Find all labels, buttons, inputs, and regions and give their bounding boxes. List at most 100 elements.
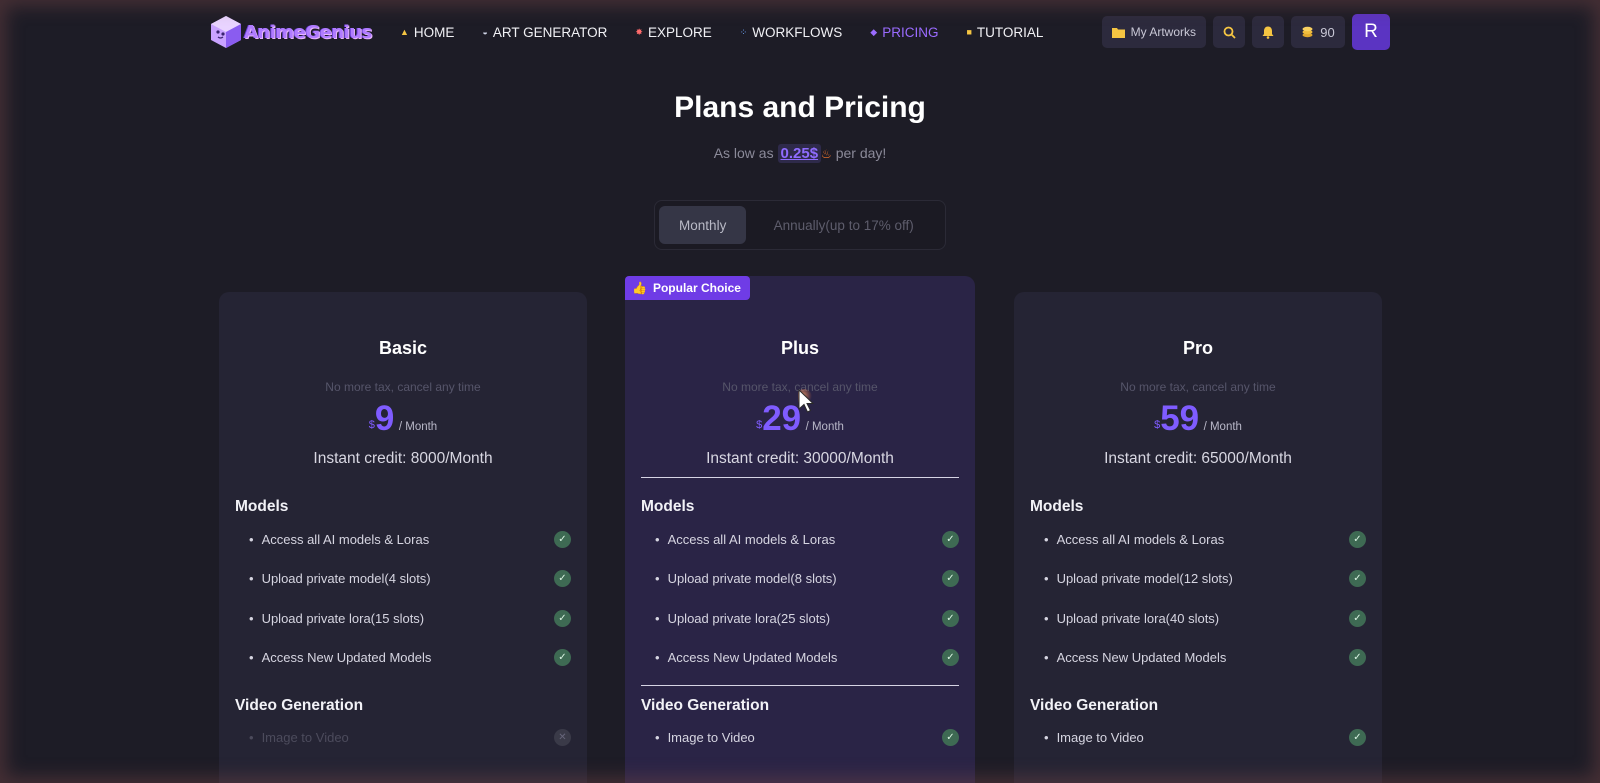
feature-item: Upload private lora(15 slots) ✓ — [235, 608, 571, 628]
nav-workflows[interactable]: ⁘ WORKFLOWS — [740, 25, 843, 40]
my-artworks-button[interactable]: My Artworks — [1101, 16, 1206, 48]
cross-icon: ✕ — [554, 729, 571, 746]
feature-label: Access New Updated Models — [249, 650, 432, 665]
search-icon — [1223, 26, 1236, 39]
plan-name: Pro — [1182, 338, 1213, 358]
section-models: Models — [235, 498, 289, 515]
top-nav: AnimeGenius ▲ HOME ◒ ART GENERATOR ✸ EXP… — [210, 14, 1390, 50]
feature-label: Image to Video — [249, 730, 349, 745]
feature-label: Access all AI models & Loras — [655, 532, 836, 547]
credits-balance[interactable]: 90 — [1291, 16, 1345, 48]
check-icon: ✓ — [1349, 729, 1366, 746]
check-icon: ✓ — [554, 530, 571, 548]
plan-name: Plus — [780, 338, 819, 358]
monthly-option[interactable]: Monthly — [659, 206, 747, 244]
feature-item: Upload private model(8 slots) ✓ — [641, 569, 959, 589]
subtitle-prefix: As low as — [713, 145, 774, 161]
plan-card-plus: 👍 Popular Choice Plus No more tax, cance… — [625, 276, 975, 783]
section-models: Models — [1030, 498, 1084, 515]
check-icon: ✓ — [554, 570, 571, 587]
plan-card-basic: Basic No more tax, cancel any time $9 / … — [219, 292, 587, 783]
feature-label: Access New Updated Models — [655, 650, 838, 665]
plan-name: Basic — [378, 338, 428, 358]
feature-label: Access all AI models & Loras — [1044, 532, 1225, 547]
check-icon: ✓ — [1349, 609, 1366, 627]
palette-icon: ◒ — [482, 27, 488, 37]
rocket-icon: ✸ — [635, 26, 643, 37]
nav-art-generator[interactable]: ◒ ART GENERATOR — [482, 25, 607, 40]
my-artworks-label: My Artworks — [1130, 25, 1196, 39]
check-icon: ✓ — [1349, 530, 1366, 548]
price-amount: 9 — [374, 399, 395, 438]
plan-price: $9 / Month — [235, 399, 571, 441]
feature-item: Image to Video ✓ — [1030, 728, 1366, 748]
check-icon: ✓ — [1349, 570, 1366, 587]
feature-label: Upload private model(12 slots) — [1044, 571, 1233, 586]
search-button[interactable] — [1213, 16, 1245, 48]
check-icon: ✓ — [554, 609, 571, 627]
check-icon: ✓ — [942, 609, 959, 627]
feature-item: Upload private model(4 slots) ✓ — [235, 569, 571, 589]
nav-pricing-label: PRICING — [882, 24, 939, 40]
section-video: Video Generation — [641, 696, 770, 714]
notifications-button[interactable] — [1252, 16, 1284, 48]
mouse-cursor-icon — [798, 389, 815, 413]
workflow-icon: ⁘ — [739, 26, 748, 37]
nav-art-generator-label: ART GENERATOR — [492, 24, 608, 40]
feature-label: Access all AI models & Loras — [249, 532, 430, 547]
brand-name: AnimeGenius — [244, 21, 372, 43]
nav-tutorial[interactable]: ■ TUTORIAL — [966, 25, 1043, 40]
feature-label: Upload private lora(25 slots) — [655, 611, 831, 626]
plan-card-pro: Pro No more tax, cancel any time $59 / M… — [1014, 292, 1382, 783]
feature-item: Access New Updated Models ✓ — [235, 648, 571, 668]
nav-explore[interactable]: ✸ EXPLORE — [635, 25, 711, 40]
feature-label: Upload private lora(40 slots) — [1044, 611, 1220, 626]
price-period: / Month — [805, 421, 844, 433]
nav-workflows-label: WORKFLOWS — [752, 24, 843, 40]
price-period: / Month — [1203, 421, 1242, 433]
brand-logo[interactable]: AnimeGenius — [210, 15, 400, 49]
feature-item: Access New Updated Models ✓ — [641, 648, 959, 668]
check-icon: ✓ — [942, 530, 959, 548]
page-subtitle: As low as 0.25$ ♨ per day! — [0, 144, 1600, 163]
folder-icon — [1111, 27, 1125, 38]
price-period: / Month — [398, 421, 438, 433]
feature-item: Access New Updated Models ✓ — [1030, 648, 1366, 668]
price-amount: 59 — [1160, 399, 1200, 438]
daily-price-highlight: 0.25$ — [777, 144, 822, 163]
page-title: Plans and Pricing — [674, 91, 926, 124]
coins-icon — [1302, 26, 1313, 38]
nav-tutorial-label: TUTORIAL — [976, 24, 1044, 40]
nav-pricing[interactable]: ◆ PRICING — [870, 25, 938, 40]
nav-actions: My Artworks 90 R — [1101, 14, 1390, 50]
thumbs-up-icon: 👍 — [632, 281, 647, 295]
fire-icon: ♨ — [821, 147, 832, 161]
nav-home-label: HOME — [413, 24, 455, 40]
nav-explore-label: EXPLORE — [647, 24, 712, 40]
feature-item: Upload private lora(25 slots) ✓ — [641, 608, 959, 628]
annually-option[interactable]: Annually(up to 17% off) — [746, 206, 941, 244]
nav-links: ▲ HOME ◒ ART GENERATOR ✸ EXPLORE ⁘ WORKF… — [400, 14, 1071, 50]
plan-credit: Instant credit: 8000/Month — [313, 450, 493, 467]
plan-note: No more tax, cancel any time — [325, 380, 481, 394]
feature-label: Image to Video — [655, 730, 755, 745]
feature-item: Access all AI models & Loras ✓ — [235, 529, 571, 549]
plan-note: No more tax, cancel any time — [1120, 380, 1276, 394]
section-video: Video Generation — [235, 696, 364, 714]
feature-item: Image to Video ✓ — [641, 728, 959, 748]
check-icon: ✓ — [554, 649, 571, 666]
feature-item: Upload private lora(40 slots) ✓ — [1030, 608, 1366, 628]
section-models: Models — [641, 498, 695, 515]
check-icon: ✓ — [1349, 649, 1366, 666]
section-video: Video Generation — [1030, 696, 1159, 714]
plan-credit: Instant credit: 30000/Month — [706, 450, 894, 467]
nav-home[interactable]: ▲ HOME — [400, 25, 454, 40]
gem-icon: ◆ — [870, 26, 878, 37]
price-amount: 29 — [762, 399, 802, 438]
billing-toggle: Monthly Annually(up to 17% off) — [654, 200, 946, 250]
check-icon: ✓ — [942, 729, 959, 746]
feature-item: Access all AI models & Loras ✓ — [1030, 529, 1366, 549]
check-icon: ✓ — [942, 570, 959, 587]
feature-label: Upload private lora(15 slots) — [249, 611, 425, 626]
user-avatar[interactable]: R — [1352, 14, 1390, 50]
